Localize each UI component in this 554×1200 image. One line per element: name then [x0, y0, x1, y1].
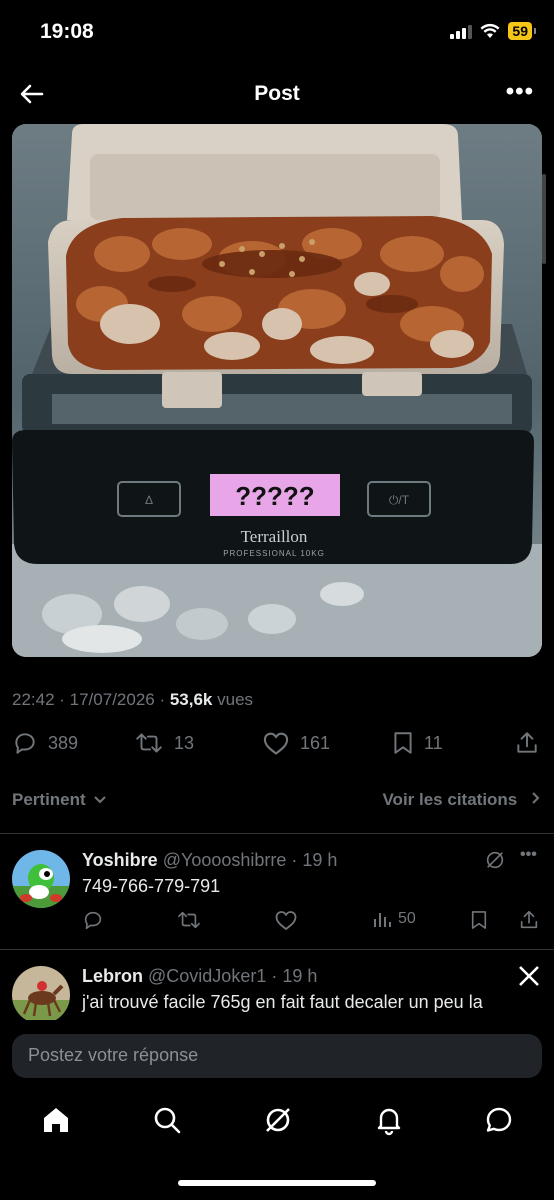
scale-photo: ∆ ⏻/T ????? Terraillon PROFESSIONAL 10KG: [12, 124, 542, 657]
scale-brand-text: Terraillon: [241, 527, 308, 546]
reply-icon: [15, 733, 35, 754]
bookmark-count: 11: [424, 732, 443, 753]
reply-bookmark-action[interactable]: [470, 909, 488, 931]
scale-display-text: ?????: [235, 481, 314, 511]
messages-icon[interactable]: [483, 1104, 515, 1136]
replies-sort-bar: Pertinent Voir les citations: [12, 790, 542, 814]
repost-count: 13: [174, 732, 195, 753]
post-image[interactable]: ∆ ⏻/T ????? Terraillon PROFESSIONAL 10KG: [12, 124, 542, 657]
reply-icon: [84, 911, 102, 930]
heart-icon: [275, 911, 297, 930]
analytics-icon: [374, 913, 391, 927]
scale-left-button-label: ∆: [145, 493, 153, 507]
battery-indicator: 59: [508, 22, 536, 40]
wifi-icon: [480, 23, 500, 38]
view-quotes-label: Voir les citations: [382, 790, 518, 809]
views-label: vues: [212, 690, 254, 709]
bookmark-icon: [394, 732, 412, 754]
reply-reply-action[interactable]: [82, 909, 104, 931]
like-action[interactable]: 161: [262, 730, 330, 756]
heart-icon: [263, 732, 289, 755]
home-indicator: [178, 1180, 376, 1186]
repost-icon: [178, 911, 200, 929]
reply-header: Lebron @CovidJoker1 · 19 h: [82, 966, 317, 987]
reply-like-action[interactable]: [274, 909, 298, 931]
home-icon[interactable]: [40, 1104, 72, 1136]
reply-action[interactable]: 389: [12, 730, 78, 756]
bookmark-action[interactable]: 11: [392, 730, 443, 756]
reply-views-count: 50: [398, 910, 416, 927]
share-icon: [520, 910, 538, 929]
bottom-tab-bar: [0, 1098, 554, 1148]
chevron-right-icon: [532, 792, 540, 804]
reply-views-action[interactable]: 50: [372, 909, 416, 929]
reply-input[interactable]: Postez votre réponse: [12, 1034, 542, 1078]
reply-count: 389: [48, 732, 79, 753]
search-icon[interactable]: [151, 1104, 183, 1136]
share-action[interactable]: [514, 730, 540, 756]
status-time: 19:08: [40, 20, 94, 43]
reply-repost-action[interactable]: [176, 909, 202, 931]
views-count: 53,6k: [169, 690, 213, 709]
scale-model-text: PROFESSIONAL 10KG: [223, 549, 325, 558]
post-meta: 22:42 · 17/07/2026 · 53,6k vues: [12, 690, 253, 710]
page-title: Post: [254, 82, 300, 105]
status-icons: 59: [450, 22, 536, 40]
status-bar: 19:08 59: [0, 0, 554, 66]
like-count: 161: [300, 732, 331, 753]
post-actions: 389 13 161 11: [12, 730, 542, 762]
reply-header: Yoshibre @Yooooshibrre · 19 h: [82, 850, 337, 871]
chevron-down-icon: [94, 796, 107, 804]
reply-author-name[interactable]: Yoshibre: [82, 850, 158, 870]
reply-share-action[interactable]: [518, 909, 540, 931]
sort-dropdown[interactable]: Pertinent: [12, 790, 107, 810]
reply-author-name[interactable]: Lebron: [82, 966, 143, 986]
reply-text: 749-766-779-791: [82, 876, 221, 896]
share-icon: [517, 732, 537, 753]
reply-author-handle[interactable]: @CovidJoker1 · 19 h: [148, 966, 317, 986]
avatar[interactable]: [12, 850, 70, 908]
post-timestamp: 22:42 · 17/07/2026 ·: [12, 690, 170, 709]
sort-label: Pertinent: [12, 790, 86, 809]
repost-action[interactable]: 13: [134, 730, 194, 756]
repost-icon: [136, 733, 162, 753]
reply-item[interactable]: Lebron @CovidJoker1 · 19 h j'ai trouvé f…: [0, 950, 554, 1020]
scale-right-button-label: ⏻/T: [389, 493, 410, 507]
avatar[interactable]: [12, 966, 70, 1020]
notifications-bell-icon[interactable]: [373, 1104, 405, 1136]
reply-more-icon[interactable]: •••: [520, 846, 537, 864]
reply-actions: 50: [82, 909, 542, 933]
post-header: Post •••: [0, 70, 554, 118]
reply-text: j'ai trouvé facile 765g en fait faut dec…: [82, 992, 483, 1012]
grok-icon[interactable]: [484, 849, 506, 871]
reply-item[interactable]: Yoshibre @Yooooshibrre · 19 h ••• 749-76…: [0, 834, 554, 949]
scrollbar[interactable]: [542, 174, 546, 264]
x-logo-icon: [519, 966, 539, 986]
bookmark-icon: [471, 911, 487, 929]
cellular-signal-icon: [450, 23, 473, 39]
view-quotes-link[interactable]: Voir les citations: [382, 790, 542, 810]
grok-icon[interactable]: [262, 1104, 294, 1136]
reply-author-handle[interactable]: @Yooooshibrre · 19 h: [163, 850, 338, 870]
more-options-icon[interactable]: •••: [506, 78, 534, 106]
